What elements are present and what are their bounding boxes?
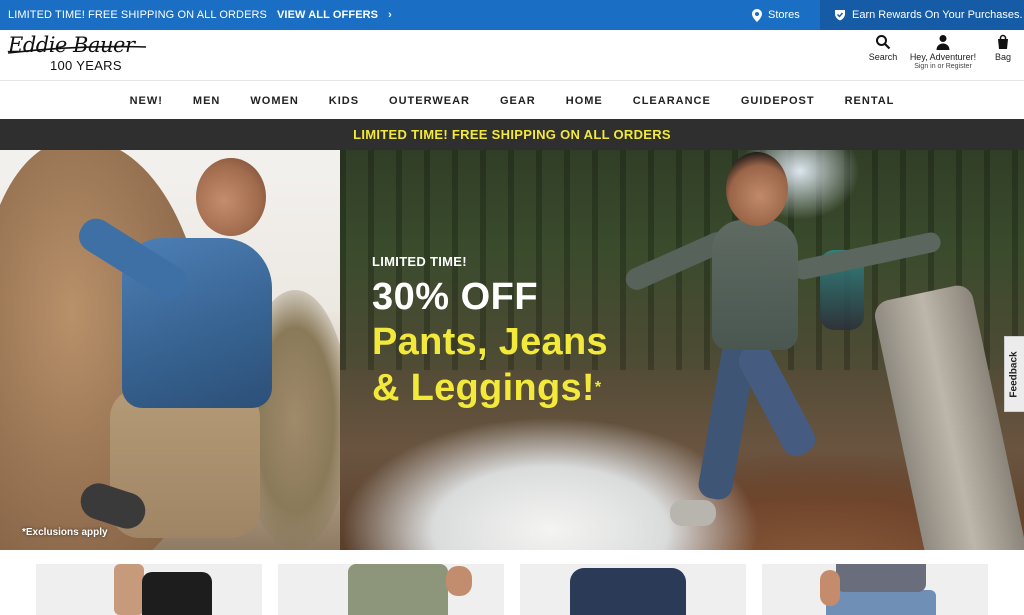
account-button[interactable]: Hey, Adventurer! Sign in or Register [904,34,982,70]
product-tiles-row [0,564,1024,615]
location-pin-icon [752,8,762,22]
shirt-shape [836,564,926,592]
rewards-link[interactable]: Earn Rewards On Your Purchases. [820,0,1024,30]
exclusions-note: *Exclusions apply [22,527,108,538]
hiker-sweater-shape [712,220,798,350]
main-navigation: NEW! MEN WOMEN KIDS OUTERWEAR GEAR HOME … [0,82,1024,119]
product-tile[interactable] [36,564,262,615]
hiker-shoe-shape [670,500,716,526]
jeans-image [826,590,936,615]
search-label: Search [868,52,898,62]
bag-button[interactable]: Bag [990,34,1016,62]
stores-link[interactable]: Stores [752,0,800,30]
user-icon [936,35,950,50]
cargo-pants-image [348,564,448,615]
nav-item-outerwear[interactable]: OUTERWEAR [374,95,485,107]
view-all-offers-link[interactable]: VIEW ALL OFFERS [277,9,378,21]
nav-item-new[interactable]: NEW! [115,95,178,107]
nav-item-kids[interactable]: KIDS [314,95,374,107]
chevron-right-icon: › [388,9,392,21]
hero-products-line-1: Pants, Jeans [372,321,608,363]
leggings-fabric-shape [142,572,212,615]
hand-shape [446,566,472,596]
rewards-badge-icon [835,10,845,21]
logo-swoosh-icon [8,45,146,54]
hero-banner[interactable]: *Exclusions apply LIMITED TIME! 30% OFF … [0,150,1024,550]
account-greeting: Hey, Adventurer! [909,52,977,62]
hero-climber-image: *Exclusions apply [0,150,350,550]
product-tile[interactable] [520,564,746,615]
eddie-bauer-logo[interactable]: Eddie Bauer 100 YEARS [8,34,148,78]
nav-item-men[interactable]: MEN [178,95,235,107]
promo-text: LIMITED TIME! FREE SHIPPING ON ALL ORDER… [8,9,267,21]
nav-item-rental[interactable]: RENTAL [830,95,910,107]
shopping-bag-icon [998,34,1008,49]
hero-products-line-2: & Leggings!* [372,365,608,411]
sign-in-register-link[interactable]: Sign in or Register [904,63,982,70]
hero-hiker-image: LIMITED TIME! 30% OFF Pants, Jeans & Leg… [340,150,1024,550]
nav-item-guidepost[interactable]: GUIDEPOST [726,95,830,107]
hand-shape [820,570,840,606]
promo-bar: LIMITED TIME! FREE SHIPPING ON ALL ORDER… [0,0,1024,30]
nav-item-clearance[interactable]: CLEARANCE [618,95,726,107]
shipping-banner-text: LIMITED TIME! FREE SHIPPING ON ALL ORDER… [353,127,671,142]
nav-item-women[interactable]: WOMEN [235,95,313,107]
site-header: Eddie Bauer 100 YEARS Search Hey, Advent… [0,30,1024,81]
hero-products-line-2-text: & Leggings! [372,367,595,409]
rewards-label: Earn Rewards On Your Purchases. [852,9,1023,21]
hiker-head-shape [726,152,788,226]
stores-label: Stores [768,9,800,21]
logo-100-years: 100 YEARS [50,58,122,73]
climber-head-shape [196,158,266,236]
shipping-banner[interactable]: LIMITED TIME! FREE SHIPPING ON ALL ORDER… [0,119,1024,150]
feedback-tab[interactable]: Feedback [1004,336,1024,412]
hero-copy: LIMITED TIME! 30% OFF Pants, Jeans & Leg… [372,254,608,411]
hero-asterisk: * [594,379,602,396]
joggers-image [570,568,686,615]
product-tile[interactable] [278,564,504,615]
promo-message[interactable]: LIMITED TIME! FREE SHIPPING ON ALL ORDER… [0,9,392,21]
product-tile[interactable] [762,564,988,615]
feedback-label: Feedback [1009,350,1021,398]
bag-label: Bag [994,52,1011,62]
hero-kicker: LIMITED TIME! [372,254,467,269]
nav-item-gear[interactable]: GEAR [485,95,551,107]
nav-item-home[interactable]: HOME [551,95,618,107]
search-button[interactable]: Search [866,34,900,62]
hero-discount: 30% OFF [372,276,539,318]
search-icon [876,35,891,50]
leggings-image [114,564,144,615]
